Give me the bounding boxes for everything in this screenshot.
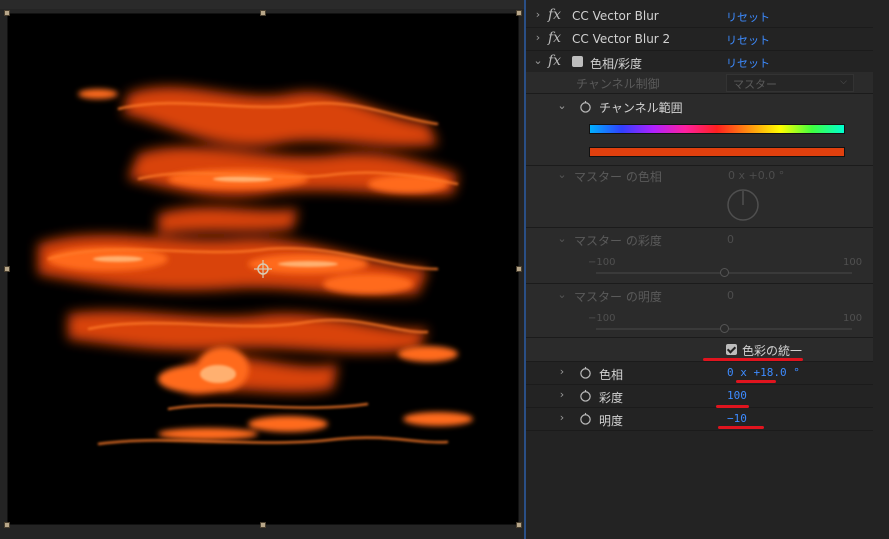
reset-link[interactable]: リセット xyxy=(726,55,770,71)
colorize-checkbox[interactable] xyxy=(726,344,737,355)
chevron-down-icon: ⌵ xyxy=(840,77,847,87)
slider-knob[interactable] xyxy=(719,268,729,277)
stopwatch-icon[interactable] xyxy=(579,389,592,402)
chevron-down-icon[interactable]: ⌄ xyxy=(556,169,568,181)
param-label: チャンネル範囲 xyxy=(599,101,683,115)
annotation-underline xyxy=(703,358,803,361)
transform-handle-bottom-center[interactable] xyxy=(260,522,266,528)
param-value[interactable]: 0 x +18.0 ° xyxy=(727,366,800,379)
param-row-master-saturation: ⌄ マスター の彩度 0 −100 100 xyxy=(526,228,873,284)
effect-controls-panel: › fx CC Vector Blur リセット › fx CC Vector … xyxy=(526,0,889,539)
effect-row-hue-saturation[interactable]: ⌄ fx 色相/彩度 リセット xyxy=(526,51,873,74)
transform-handle-bottom-right[interactable] xyxy=(516,522,522,528)
channel-range-bar[interactable] xyxy=(589,147,845,157)
param-row-master-lightness: ⌄ マスター の明度 0 −100 100 xyxy=(526,284,873,338)
chevron-down-icon[interactable]: ⌄ xyxy=(556,289,568,301)
dropdown-value: マスター xyxy=(733,78,777,91)
chevron-right-icon[interactable]: › xyxy=(556,366,568,378)
param-label: マスター の色相 xyxy=(574,170,662,184)
slider-knob[interactable] xyxy=(719,324,729,333)
reset-link[interactable]: リセット xyxy=(726,9,770,25)
composition-viewer xyxy=(0,0,524,539)
chevron-down-icon[interactable]: ⌄ xyxy=(556,233,568,245)
channel-control-dropdown[interactable]: マスター ⌵ xyxy=(726,74,854,92)
effect-name: CC Vector Blur xyxy=(572,9,659,23)
param-row-colorize-lightness: › 明度 −10 xyxy=(526,408,873,431)
transform-handle-top-center[interactable] xyxy=(260,10,266,16)
param-row-channel-range: ⌄ チャンネル範囲 xyxy=(526,94,873,166)
param-row-colorize-hue: › 色相 0 x +18.0 ° xyxy=(526,362,873,385)
param-label: 色相 xyxy=(599,368,624,382)
chevron-right-icon[interactable]: › xyxy=(556,389,568,401)
chevron-down-icon[interactable]: ⌄ xyxy=(532,55,544,67)
chevron-right-icon[interactable]: › xyxy=(532,9,544,21)
fx-icon[interactable]: fx xyxy=(548,7,561,23)
annotation-underline xyxy=(718,426,764,429)
effect-row-cc-vector-blur-2[interactable]: › fx CC Vector Blur 2 リセット xyxy=(526,28,873,51)
effect-row-cc-vector-blur[interactable]: › fx CC Vector Blur リセット xyxy=(526,5,873,28)
param-value[interactable]: 100 xyxy=(727,389,747,402)
param-row-colorize: 色彩の統一 xyxy=(526,338,873,362)
param-label: 彩度 xyxy=(599,391,624,405)
transform-handle-bottom-left[interactable] xyxy=(4,522,10,528)
transform-handle-top-left[interactable] xyxy=(4,10,10,16)
param-label: マスター の明度 xyxy=(574,290,662,304)
param-value[interactable]: 0 x +0.0 ° xyxy=(728,169,784,182)
fx-icon[interactable]: fx xyxy=(548,53,561,69)
transform-handle-middle-left[interactable] xyxy=(4,266,10,272)
param-row-colorize-saturation: › 彩度 100 xyxy=(526,385,873,408)
fx-icon[interactable]: fx xyxy=(548,30,561,46)
chevron-right-icon[interactable]: › xyxy=(556,412,568,424)
slider-max-label: 100 xyxy=(843,313,863,324)
effect-name: CC Vector Blur 2 xyxy=(572,32,671,46)
param-value[interactable]: 0 xyxy=(727,289,734,302)
anchor-point-icon[interactable] xyxy=(254,260,272,278)
stopwatch-icon[interactable] xyxy=(579,100,592,113)
viewer-frame xyxy=(0,0,524,9)
annotation-underline xyxy=(736,380,776,383)
param-row-channel-control: チャンネル制御 マスター ⌵ xyxy=(526,72,873,94)
param-row-master-hue: ⌄ マスター の色相 0 x +0.0 ° xyxy=(526,166,873,228)
effect-name: 色相/彩度 xyxy=(590,57,643,71)
transform-handle-top-right[interactable] xyxy=(516,10,522,16)
stopwatch-icon[interactable] xyxy=(579,412,592,425)
master-hue-dial[interactable] xyxy=(726,188,760,222)
hue-spectrum-bar xyxy=(589,124,845,134)
reset-link[interactable]: リセット xyxy=(726,32,770,48)
param-label: チャンネル制御 xyxy=(576,77,660,91)
slider-min-label: −100 xyxy=(588,313,616,324)
effect-preset-icon xyxy=(572,56,583,67)
stopwatch-icon[interactable] xyxy=(579,366,592,379)
transform-handle-middle-right[interactable] xyxy=(516,266,522,272)
colorize-label[interactable]: 色彩の統一 xyxy=(742,342,802,359)
param-label: 明度 xyxy=(599,414,624,428)
param-value[interactable]: −10 xyxy=(727,412,747,425)
slider-min-label: −100 xyxy=(588,257,616,268)
param-label: マスター の彩度 xyxy=(574,234,662,248)
chevron-right-icon[interactable]: › xyxy=(532,32,544,44)
param-value[interactable]: 0 xyxy=(727,233,734,246)
slider-max-label: 100 xyxy=(843,257,863,268)
chevron-down-icon[interactable]: ⌄ xyxy=(556,100,568,112)
